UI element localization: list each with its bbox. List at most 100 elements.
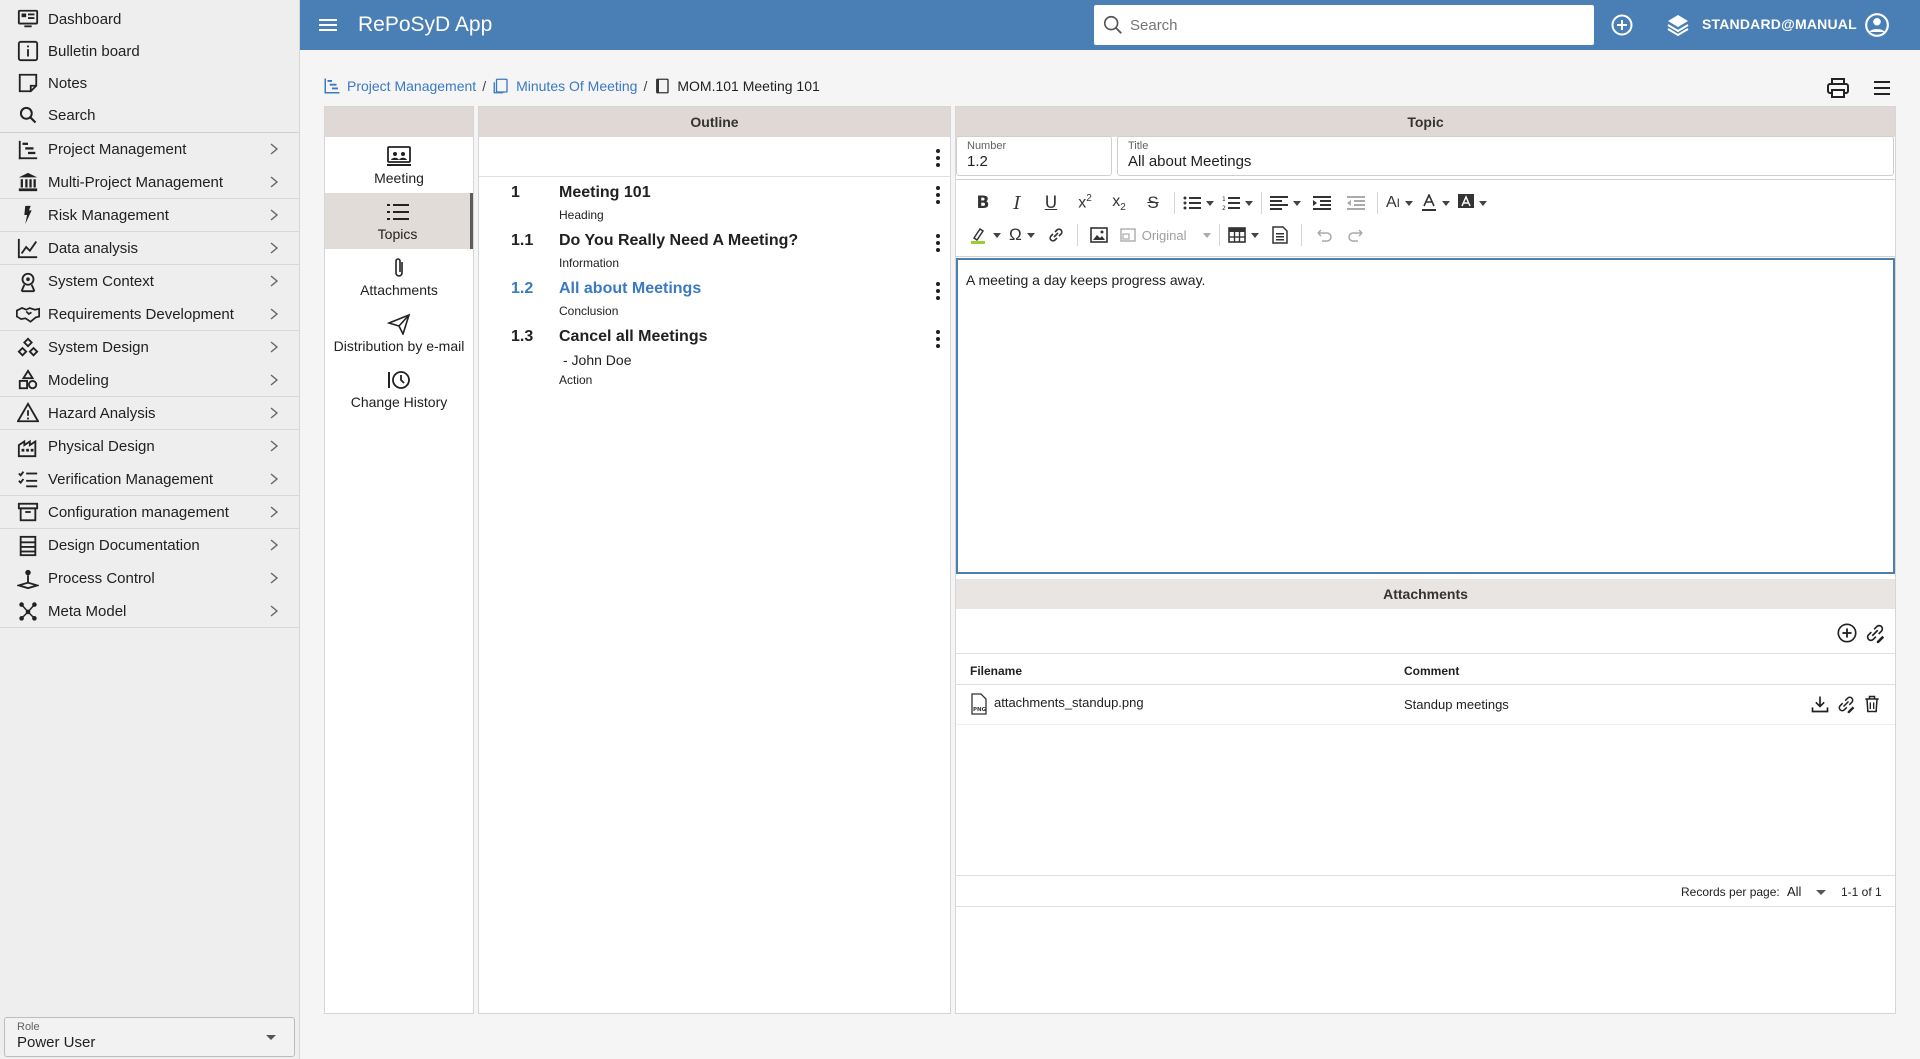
- chart-line-icon: [16, 236, 40, 260]
- redo-icon: [1347, 229, 1363, 242]
- highlight-dropdown[interactable]: [966, 220, 1005, 250]
- bulleted-list-dropdown[interactable]: [1179, 188, 1218, 218]
- breadcrumb-link-project-management[interactable]: Project Management: [347, 78, 476, 94]
- add-attachment-button[interactable]: [1836, 622, 1858, 644]
- nav-item-label: Meeting: [374, 170, 424, 186]
- outline-more-icon[interactable]: [936, 149, 940, 167]
- menu-button[interactable]: [316, 13, 340, 37]
- sidebar-item-dashboard[interactable]: Dashboard: [0, 3, 299, 35]
- outline-item[interactable]: 1 Meeting 101 Heading: [479, 178, 950, 226]
- search-input[interactable]: [1130, 16, 1570, 34]
- rich-text-editor[interactable]: A meeting a day keeps progress away.: [956, 258, 1895, 574]
- table-row[interactable]: PNG attachments_standup.png Standup meet…: [956, 685, 1895, 725]
- layers-icon[interactable]: [1666, 13, 1690, 37]
- sidebar-item-label: Hazard Analysis: [48, 404, 156, 422]
- sidebar-item-hazard-analysis[interactable]: Hazard Analysis: [0, 397, 299, 430]
- caret-down-icon[interactable]: [1816, 890, 1826, 895]
- nav-item-change-history[interactable]: Change History: [325, 361, 473, 417]
- sidebar-item-physical-design[interactable]: Physical Design: [0, 430, 299, 463]
- align-dropdown[interactable]: [1266, 188, 1305, 218]
- special-characters-dropdown[interactable]: Ω: [1005, 220, 1039, 250]
- account-icon[interactable]: [1864, 12, 1890, 38]
- underline-button[interactable]: U: [1034, 188, 1068, 218]
- sidebar-item-search[interactable]: Search: [0, 99, 299, 131]
- numbered-list-dropdown[interactable]: 12: [1218, 188, 1257, 218]
- indent-button[interactable]: [1305, 188, 1339, 218]
- sidebar-item-label: Notes: [48, 74, 88, 92]
- item-more-icon[interactable]: [936, 282, 940, 300]
- role-select[interactable]: Role Power User: [4, 1017, 295, 1057]
- outdent-button[interactable]: [1339, 188, 1373, 218]
- delete-icon[interactable]: [1862, 694, 1882, 714]
- sidebar-item-label: Configuration management: [48, 503, 229, 521]
- sidebar-item-modeling[interactable]: Modeling: [0, 364, 299, 397]
- document-list-icon: [16, 534, 40, 558]
- edit-link-icon[interactable]: [1836, 694, 1856, 714]
- chevron-right-icon: [267, 174, 281, 190]
- sidebar-item-requirements-development[interactable]: Requirements Development: [0, 298, 299, 331]
- nav-item-attachments[interactable]: Attachments: [325, 249, 473, 305]
- print-button[interactable]: [1826, 76, 1850, 100]
- item-more-icon[interactable]: [936, 330, 940, 348]
- column-header-comment[interactable]: Comment: [1404, 664, 1459, 678]
- outdent-icon: [1347, 196, 1365, 210]
- breadcrumb-link-minutes-of-meeting[interactable]: Minutes Of Meeting: [516, 78, 637, 94]
- sidebar-item-system-context[interactable]: System Context: [0, 265, 299, 298]
- redo-button[interactable]: [1340, 220, 1374, 250]
- attachment-filename[interactable]: attachments_standup.png: [994, 695, 1144, 710]
- font-size-dropdown[interactable]: AI: [1382, 188, 1417, 218]
- bold-button[interactable]: B: [966, 188, 1000, 218]
- sidebar-item-system-design[interactable]: System Design: [0, 331, 299, 364]
- nav-item-meeting[interactable]: Meeting: [325, 137, 473, 193]
- insert-table-dropdown[interactable]: [1224, 220, 1263, 250]
- outline-item-selected[interactable]: 1.2 All about Meetings Conclusion: [479, 274, 950, 322]
- image-size-dropdown[interactable]: Original: [1116, 220, 1215, 250]
- strikethrough-button[interactable]: S: [1136, 188, 1170, 218]
- sidebar-item-design-documentation[interactable]: Design Documentation: [0, 529, 299, 562]
- image-icon: [1089, 227, 1108, 243]
- insert-image-button[interactable]: [1082, 220, 1116, 250]
- sidebar-item-project-management[interactable]: Project Management: [0, 133, 299, 166]
- nav-item-distribution[interactable]: Distribution by e-mail: [325, 305, 473, 361]
- meeting-icon: [386, 144, 412, 168]
- link-button[interactable]: [1039, 220, 1073, 250]
- global-search[interactable]: [1094, 5, 1594, 45]
- page-break-button[interactable]: [1263, 220, 1297, 250]
- background-color-dropdown[interactable]: [1454, 188, 1491, 218]
- omega-icon: Ω: [1009, 225, 1022, 244]
- number-field[interactable]: Number 1.2: [956, 136, 1112, 176]
- sidebar-item-multi-project-management[interactable]: Multi-Project Management: [0, 166, 299, 199]
- column-header-filename[interactable]: Filename: [970, 664, 1022, 678]
- nav-item-topics[interactable]: Topics: [325, 193, 473, 249]
- sidebar-item-notes[interactable]: Notes: [0, 67, 299, 99]
- image-resize-icon: [1120, 228, 1136, 242]
- sidebar-item-data-analysis[interactable]: Data analysis: [0, 232, 299, 265]
- item-more-icon[interactable]: [936, 234, 940, 252]
- records-per-page-select[interactable]: All: [1787, 884, 1801, 899]
- number-value: 1.2: [967, 153, 988, 170]
- sidebar-item-risk-management[interactable]: Risk Management: [0, 199, 299, 232]
- sidebar-item-bulletin-board[interactable]: Bulletin board: [0, 35, 299, 67]
- add-button[interactable]: [1610, 13, 1634, 37]
- more-menu-button[interactable]: [1870, 77, 1894, 99]
- sidebar-item-meta-model[interactable]: Meta Model: [0, 595, 299, 628]
- italic-button[interactable]: I: [1000, 188, 1034, 218]
- sidebar-item-process-control[interactable]: Process Control: [0, 562, 299, 595]
- sidebar-item-configuration-management[interactable]: Configuration management: [0, 496, 299, 529]
- number-label: Number: [967, 140, 1007, 152]
- breadcrumb-current: MOM.101 Meeting 101: [677, 78, 820, 94]
- outline-item[interactable]: 1.1 Do You Really Need A Meeting? Inform…: [479, 226, 950, 274]
- sidebar-item-verification-management[interactable]: Verification Management: [0, 463, 299, 496]
- download-icon[interactable]: [1810, 694, 1830, 714]
- font-color-dropdown[interactable]: [1417, 188, 1454, 218]
- title-field[interactable]: Title All about Meetings: [1117, 136, 1894, 176]
- subscript-button[interactable]: x2: [1102, 188, 1136, 218]
- item-more-icon[interactable]: [936, 186, 940, 204]
- outline-item[interactable]: 1.3 Cancel all Meetings - John Doe Actio…: [479, 322, 950, 388]
- superscript-button[interactable]: x2: [1068, 188, 1102, 218]
- user-name[interactable]: STANDARD@MANUAL: [1702, 16, 1857, 32]
- chevron-right-icon: [267, 240, 281, 256]
- link-attachment-button[interactable]: [1864, 622, 1886, 644]
- undo-button[interactable]: [1306, 220, 1340, 250]
- send-icon: [387, 312, 411, 336]
